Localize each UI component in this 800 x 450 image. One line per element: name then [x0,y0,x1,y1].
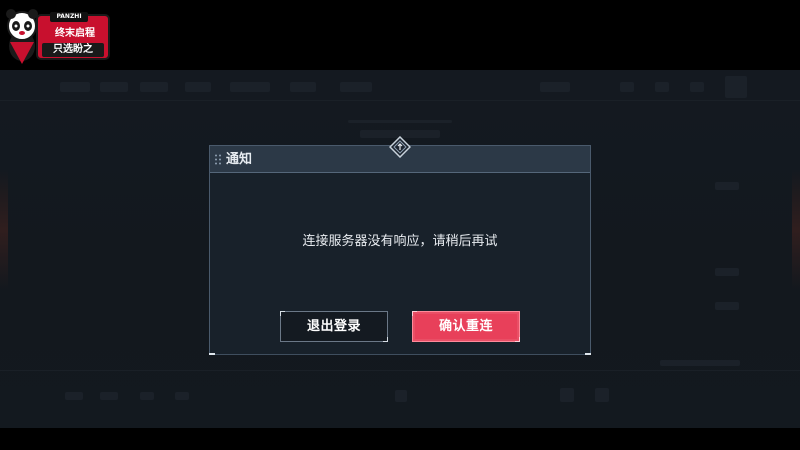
confirm-reconnect-button-label: 确认重连 [438,319,493,334]
notification-dialog: 通知 连接服务器没有响应，请稍后再试 [209,145,591,355]
button-corner [412,311,417,316]
badge-slogan-line2: 只选盼之 [42,43,104,57]
logout-button[interactable]: 退出登录 [280,311,388,342]
streamer-badge: PANZHI 终末启程 只选盼之 [0,0,112,68]
dialog-bottom-line [209,354,591,355]
button-corner [515,337,520,342]
badge-tag: PANZHI [50,12,88,22]
dialog-title: 通知 [226,152,253,167]
button-corner [280,311,285,316]
button-corner [383,337,388,342]
diamond-emblem-icon [389,136,411,158]
logout-button-label: 退出登录 [306,319,361,334]
confirm-reconnect-button[interactable]: 确认重连 [412,311,520,342]
game-screen: PANZHI 终末启程 只选盼之 通知 连接服务器没有响应，请稍后再试 退出登录… [0,0,800,450]
dialog-corner-right [585,353,591,355]
badge-slogan-line1: 终末启程 [55,28,95,39]
dialog-message: 连接服务器没有响应，请稍后再试 [302,234,498,249]
dialog-body: 连接服务器没有响应，请稍后再试 [210,173,590,354]
drag-grip-icon [215,154,221,165]
dialog-corner-left [209,353,215,355]
